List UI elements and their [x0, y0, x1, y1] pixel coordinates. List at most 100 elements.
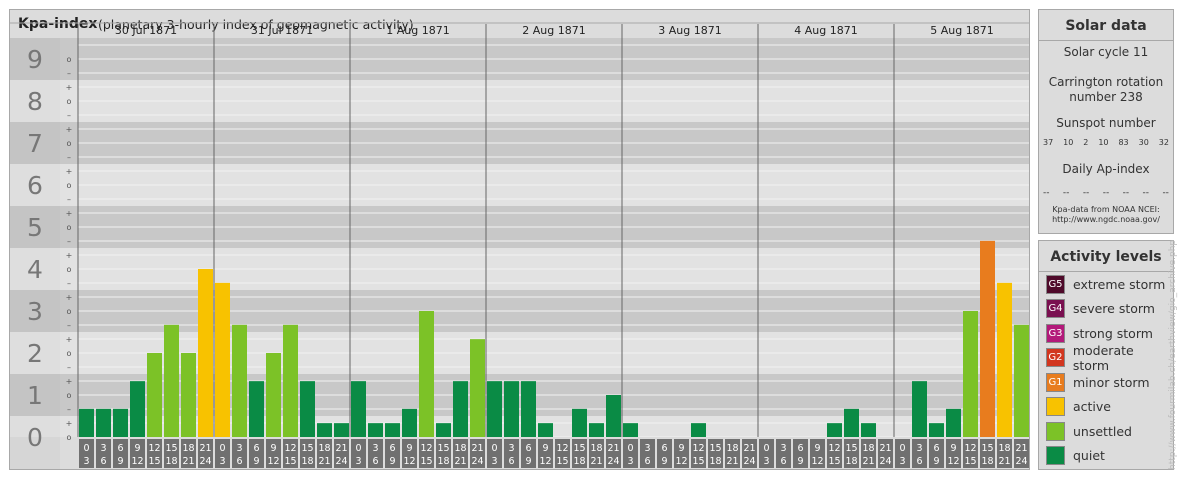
- kp-bar: [827, 423, 842, 437]
- hour-end-label: 15: [692, 456, 704, 467]
- hour-start-label: 18: [318, 443, 330, 454]
- hour-end-label: 9: [389, 456, 395, 467]
- kp-bar: [436, 423, 451, 437]
- hour-start-label: 9: [270, 443, 276, 454]
- hour-end-label: 12: [403, 456, 415, 467]
- hour-end-label: 3: [491, 456, 497, 467]
- y-minor-label: o: [67, 349, 72, 358]
- kp-bar: [929, 423, 944, 437]
- hour-end-label: 9: [525, 456, 531, 467]
- hour-start-label: 21: [335, 443, 347, 454]
- kp-bar: [453, 381, 468, 437]
- kp-bar: [215, 282, 230, 437]
- hour-end-label: 9: [797, 456, 803, 467]
- y-minor-label: o: [67, 55, 72, 64]
- hour-start-label: 18: [998, 443, 1010, 454]
- legend-item-minor-storm: G1 minor storm: [1046, 372, 1150, 392]
- hour-start-label: 21: [743, 443, 755, 454]
- y-minor-label: o: [67, 223, 72, 232]
- y-minor-label: –: [67, 111, 71, 120]
- y-axis-label: 9: [27, 45, 43, 74]
- y-axis-label: 0: [27, 423, 43, 452]
- kp-bar: [487, 381, 502, 437]
- divider: [1039, 40, 1173, 41]
- hour-start-label: 9: [678, 443, 684, 454]
- kp-bar: [351, 381, 366, 437]
- hour-end-label: 6: [372, 456, 378, 467]
- legend-swatch: G1: [1046, 372, 1065, 392]
- hour-end-label: 15: [420, 456, 432, 467]
- day-label: 3 Aug 1871: [658, 24, 721, 37]
- y-minor-label: –: [67, 279, 71, 288]
- y-axis-label: 4: [27, 255, 43, 284]
- hour-end-label: 21: [182, 456, 194, 467]
- hour-end-label: 18: [165, 456, 177, 467]
- y-minor-label: o: [67, 265, 72, 274]
- hour-end-label: 18: [981, 456, 993, 467]
- day-label: 30 Jul 1871: [115, 24, 177, 37]
- sunspot-value: 30: [1138, 138, 1149, 147]
- kp-bar: [589, 423, 604, 437]
- ap-index-values: -- -- -- -- -- -- --: [1043, 188, 1169, 198]
- hour-end-label: 12: [675, 456, 687, 467]
- hour-start-label: 9: [406, 443, 412, 454]
- sunspot-value: 32: [1158, 138, 1169, 147]
- hour-end-label: 6: [508, 456, 514, 467]
- kp-bar: [249, 381, 264, 437]
- legend-label: strong storm: [1073, 325, 1153, 341]
- y-minor-label: –: [67, 405, 71, 414]
- y-minor-label: –: [67, 237, 71, 246]
- legend-label: active: [1073, 399, 1111, 414]
- legend-label: extreme storm: [1073, 276, 1166, 292]
- divider: [1039, 271, 1173, 272]
- hour-start-label: 18: [726, 443, 738, 454]
- hour-end-label: 21: [862, 456, 874, 467]
- y-minor-label: o: [67, 307, 72, 316]
- y-axis-label: 3: [27, 297, 43, 326]
- hour-start-label: 3: [644, 443, 650, 454]
- kp-bar: [266, 353, 281, 437]
- hour-start-label: 3: [780, 443, 786, 454]
- kp-bar: [113, 408, 128, 437]
- hour-end-label: 6: [100, 456, 106, 467]
- kpa-chart-panel: Kpa-index (planetary 3-hourly index of g…: [9, 9, 1030, 470]
- hour-end-label: 12: [947, 456, 959, 467]
- hour-start-label: 18: [454, 443, 466, 454]
- kp-bar: [470, 339, 485, 437]
- data-source-line1: Kpa-data from NOAA NCEI:: [1052, 205, 1160, 214]
- hour-end-label: 24: [607, 456, 619, 467]
- hour-end-label: 24: [199, 456, 211, 467]
- hour-start-label: 12: [148, 443, 160, 454]
- hour-end-label: 9: [661, 456, 667, 467]
- hour-start-label: 12: [828, 443, 840, 454]
- kp-bar: [521, 381, 536, 437]
- legend-item-active: active: [1046, 397, 1111, 417]
- legend-label: quiet: [1073, 448, 1105, 463]
- legend-swatch: G5: [1046, 274, 1065, 294]
- hour-start-label: 18: [182, 443, 194, 454]
- hour-start-label: 21: [607, 443, 619, 454]
- y-minor-label: –: [67, 321, 71, 330]
- carrington-rotation-line1: Carrington rotation: [1048, 75, 1164, 89]
- hour-end-label: 21: [318, 456, 330, 467]
- hour-start-label: 0: [355, 443, 361, 454]
- hour-start-label: 21: [879, 443, 891, 454]
- solar-data-title: Solar data: [1065, 18, 1147, 34]
- legend-item-unsettled: unsettled: [1046, 421, 1132, 441]
- hour-start-label: 21: [199, 443, 211, 454]
- y-minor-label: +: [66, 251, 73, 260]
- hour-end-label: 18: [709, 456, 721, 467]
- hour-end-label: 21: [726, 456, 738, 467]
- y-minor-label: o: [67, 139, 72, 148]
- day-label: 1 Aug 1871: [386, 24, 449, 37]
- y-minor-label: o: [67, 181, 72, 190]
- sunspot-label: Sunspot number: [1056, 116, 1156, 130]
- hour-end-label: 18: [845, 456, 857, 467]
- y-minor-label: –: [67, 195, 71, 204]
- kp-bar: [368, 423, 383, 437]
- hour-start-label: 6: [933, 443, 939, 454]
- hour-start-label: 6: [253, 443, 259, 454]
- data-source-link[interactable]: http://www.ngdc.noaa.gov/: [1039, 215, 1173, 225]
- kp-bar: [419, 311, 434, 437]
- legend-label: severe storm: [1073, 301, 1155, 316]
